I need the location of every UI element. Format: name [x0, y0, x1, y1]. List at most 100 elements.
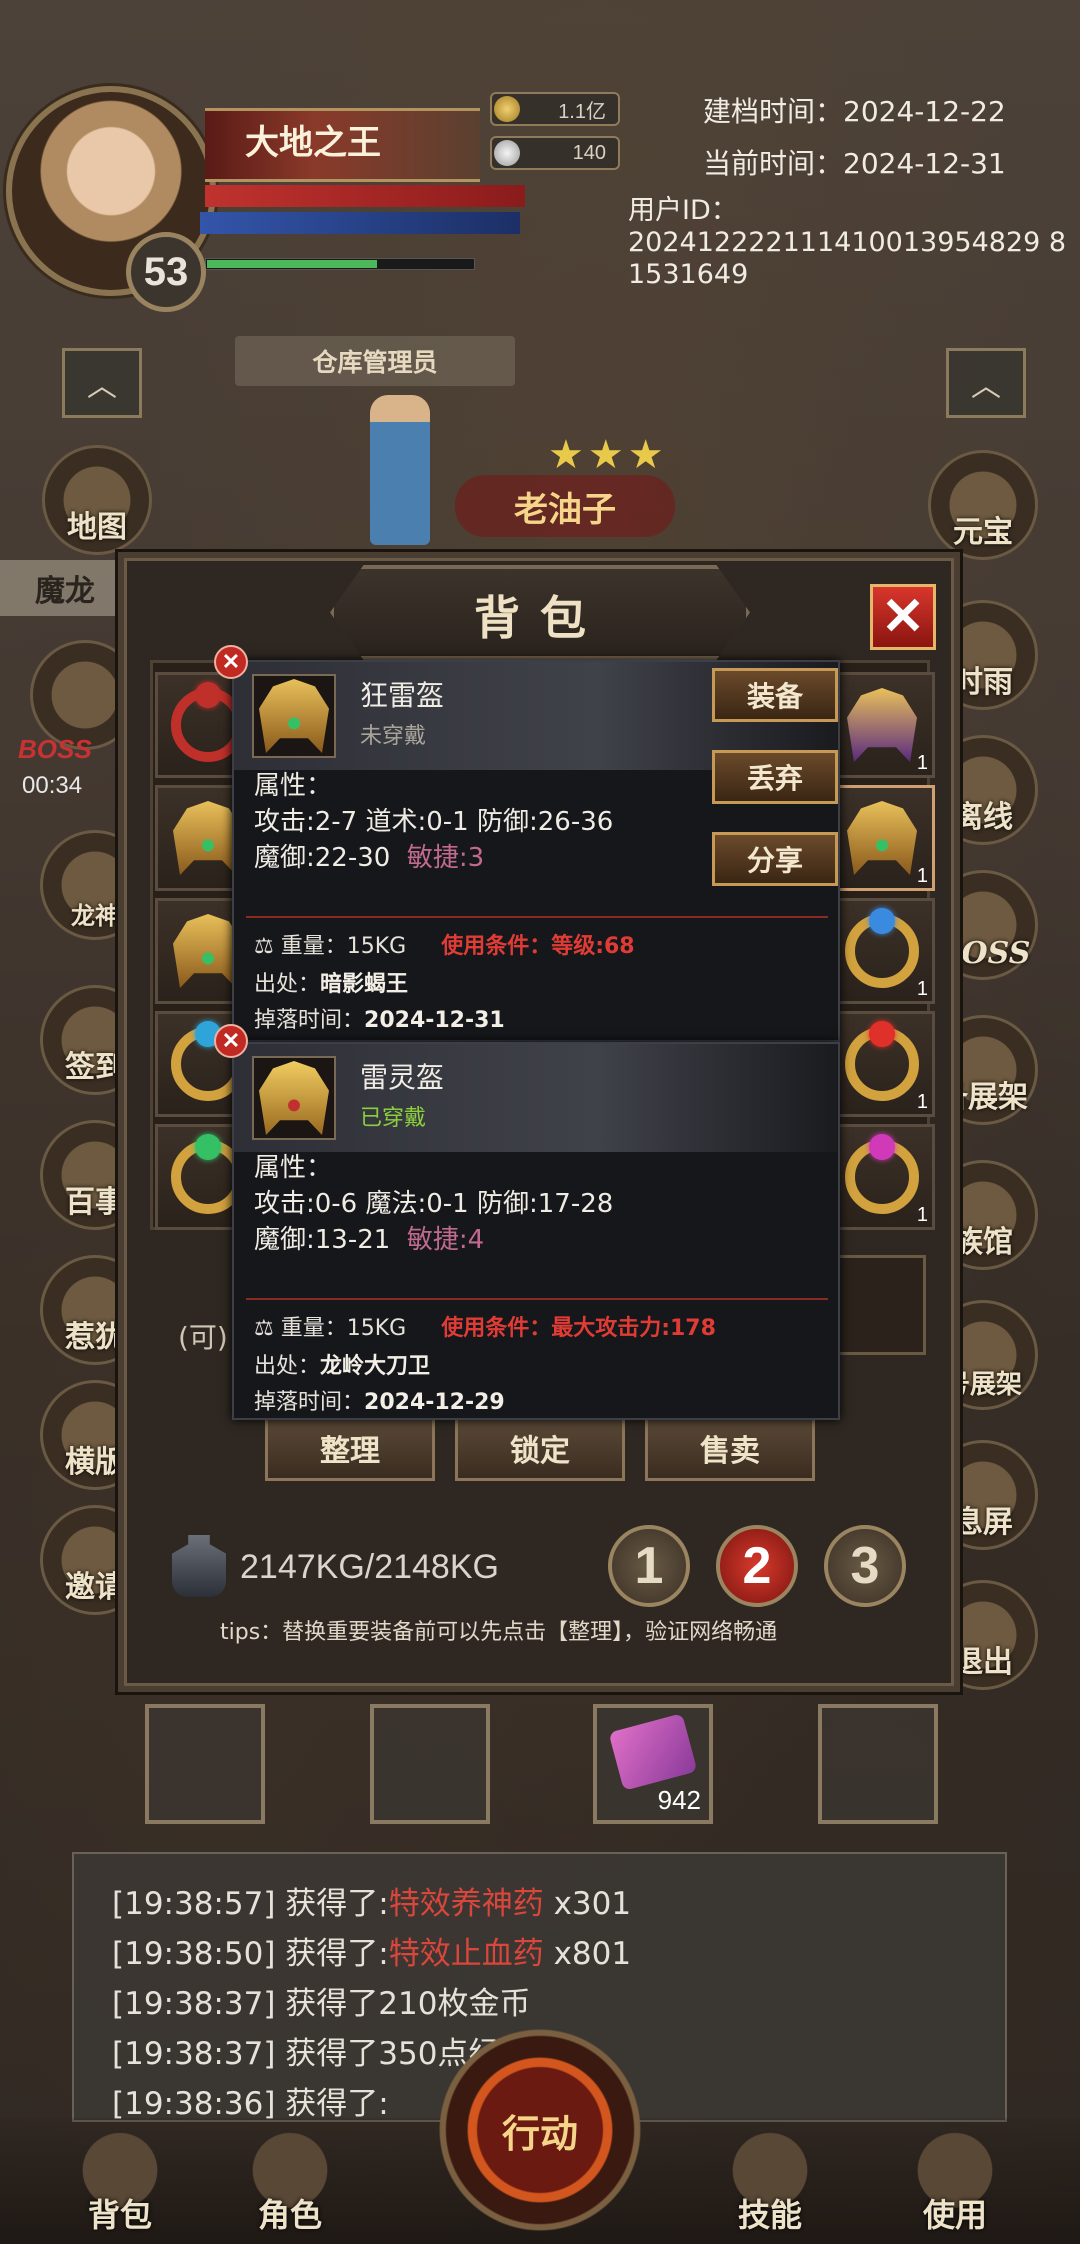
page-2-button[interactable]: 2 [716, 1525, 798, 1607]
quick-slot[interactable] [370, 1704, 490, 1824]
attr-line: 攻击:0-6 魔法:0-1 防御:17-28 [254, 1189, 614, 1219]
sort-button[interactable]: 整理 [265, 1415, 435, 1481]
discard-button[interactable]: 丢弃 [712, 750, 838, 804]
scroll-icon [608, 1713, 698, 1791]
nav-skill-button[interactable]: 技能 [695, 2110, 845, 2244]
close-tooltip-icon[interactable]: ✕ [214, 1024, 248, 1058]
silver-ingot-icon [494, 140, 520, 166]
helmet-icon [259, 679, 329, 753]
pink-gem-ring-icon [845, 1134, 919, 1214]
attr-line: 魔御:13-21 敏捷:4 [254, 1225, 485, 1255]
nav-use-label: 使用 [922, 2196, 987, 2234]
mp-bar [200, 212, 520, 234]
scroll-count: 942 [657, 1785, 701, 1815]
bag-title: 背包 [474, 590, 606, 645]
slot-count: 1 [916, 752, 928, 774]
title-badge: 仓库管理员 [235, 336, 515, 386]
share-button[interactable]: 分享 [712, 832, 838, 886]
collapse-left-button[interactable]: ︿ [62, 348, 142, 418]
chat-line: [19:38:37] 获得了350点经 [112, 2036, 500, 2072]
boss-timer: 00:34 [22, 772, 83, 799]
item-name: 狂雷盔 [360, 679, 445, 712]
bag-slot[interactable]: 1 [829, 785, 935, 891]
helmet-icon [847, 688, 917, 762]
helmet-icon [847, 801, 917, 875]
player-name: 大地之王 [245, 123, 381, 163]
close-tooltip-icon[interactable]: ✕ [214, 645, 248, 679]
slot-count: 1 [916, 1204, 928, 1226]
nav-skill-label: 技能 [737, 2196, 802, 2234]
divider [246, 1298, 828, 1300]
item-wear-state: 未穿戴 [360, 724, 427, 749]
bag-slot[interactable]: 1 [829, 1011, 935, 1117]
bag-tips: tips：替换重要装备前可以先点击【整理】，验证网络畅通 [220, 1620, 778, 1645]
chat-line: [19:38:57] 获得了:特效养神药 x301 [112, 1886, 632, 1922]
red-gem-ring-icon [845, 1021, 919, 1101]
lock-button[interactable]: 锁定 [455, 1415, 625, 1481]
can-place-hint: (可) [178, 1321, 228, 1354]
slot-count: 1 [916, 1091, 928, 1113]
item-icon [252, 674, 336, 758]
nav-role-button[interactable]: 角色 [215, 2110, 365, 2244]
dragon-button[interactable]: 魔龙 [0, 560, 130, 616]
quick-slot[interactable] [818, 1704, 938, 1824]
close-icon: ✕ [881, 588, 925, 646]
chevron-up-icon: ︿ [87, 369, 117, 404]
player-level: 53 [126, 232, 206, 312]
offline-label: 离线 [953, 800, 1013, 835]
attr-line: 攻击:2-7 道术:0-1 防御:26-36 [254, 807, 614, 837]
page-1-button[interactable]: 1 [608, 1525, 690, 1607]
attr-title: 属性： [254, 771, 333, 801]
bag-slot[interactable]: 1 [829, 672, 935, 778]
current-time: 当前时间：2024-12-31 [703, 147, 1006, 180]
divider [246, 916, 828, 918]
chat-line: [19:38:37] 获得了210枚金币 [112, 1986, 531, 2022]
item-name: 雷灵盔 [360, 1061, 445, 1094]
slot-count: 1 [916, 978, 928, 1000]
close-button[interactable]: ✕ [870, 584, 936, 650]
gold-coin-icon [494, 96, 520, 122]
item-weight-row: ⚖ 重量：15KG 使用条件：最大攻击力:178 [254, 1316, 716, 1341]
clan-hall-label: 族馆 [953, 1225, 1013, 1260]
equip-slot-empty[interactable] [836, 1255, 926, 1355]
equip-button[interactable]: 装备 [712, 668, 838, 722]
hp-bar [205, 185, 525, 207]
invite-label: 邀请 [65, 1570, 125, 1605]
attr-line: 魔御:22-30 敏捷:3 [254, 843, 485, 873]
created-time: 建档时间：2024-12-22 [703, 95, 1006, 128]
sell-button[interactable]: 售卖 [645, 1415, 815, 1481]
item-attributes: 属性： 攻击:0-6 魔法:0-1 防御:17-28 魔御:13-21 敏捷:4 [254, 1150, 613, 1258]
item-wear-state: 已穿戴 [360, 1106, 427, 1131]
collapse-right-button[interactable]: ︿ [946, 348, 1026, 418]
bag-weight: 2147KG/2148KG [240, 1548, 499, 1586]
boss-label: BOSS [18, 734, 92, 764]
nav-bag-label: 背包 [87, 2196, 152, 2234]
slot-count: 1 [916, 865, 928, 887]
item-drop-time: 掉落时间：2024-12-31 [254, 1008, 505, 1033]
bag-slot[interactable]: 1 [829, 898, 935, 1004]
item-tooltip-equipped: 雷灵盔 已穿戴 属性： 攻击:0-6 魔法:0-1 防御:17-28 魔御:13… [232, 1042, 840, 1420]
quick-slot[interactable] [145, 1704, 265, 1824]
map-button[interactable]: 地图 [42, 445, 152, 555]
nav-use-button[interactable]: 使用 [880, 2110, 1030, 2244]
action-button[interactable]: 行动 [430, 2020, 650, 2240]
sign-in-label: 签到 [65, 1050, 125, 1085]
npc-stars: ★★★ [548, 432, 668, 478]
bag-slot[interactable]: 1 [829, 1124, 935, 1230]
weight-icon: ⚖ [254, 1316, 274, 1341]
hundred-label: 百事 [65, 1185, 125, 1220]
page-3-button[interactable]: 3 [824, 1525, 906, 1607]
item-source: 出处：龙岭大刀卫 [254, 1354, 431, 1379]
nav-bag-button[interactable]: 背包 [45, 2110, 195, 2244]
npc-name[interactable]: 老油子 [455, 475, 675, 537]
helmet-icon [259, 1061, 329, 1135]
chat-line: [19:38:50] 获得了:特效止血药 x801 [112, 1936, 632, 1972]
nav-role-label: 角色 [257, 2196, 322, 2234]
npc-figure[interactable] [370, 395, 430, 545]
dragon-god-label: 龙神 [71, 901, 119, 930]
quick-slot[interactable]: 942 [593, 1704, 713, 1824]
yuanbao-button[interactable]: 元宝 [928, 450, 1038, 560]
weight-icon: ⚖ [254, 934, 274, 959]
item-icon [252, 1056, 336, 1140]
item-source: 出处：暗影蝎王 [254, 972, 409, 997]
